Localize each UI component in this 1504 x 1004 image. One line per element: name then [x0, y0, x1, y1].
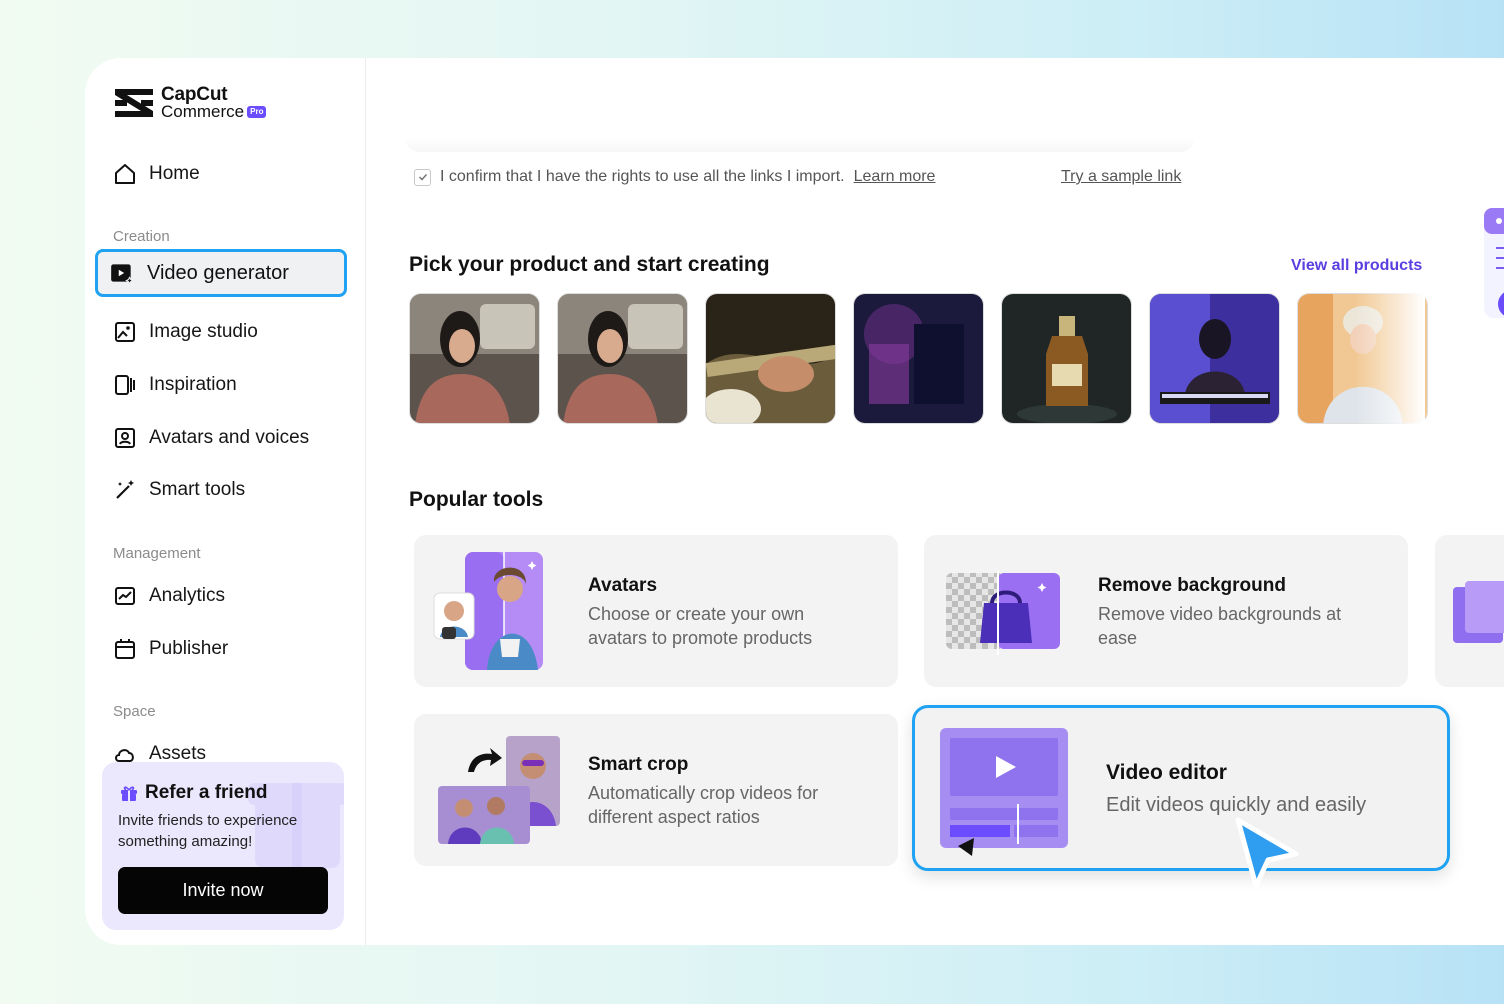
calendar-icon — [115, 639, 135, 659]
avatar-icon — [115, 428, 135, 448]
refer-card: Refer a friend Invite friends to experie… — [102, 762, 344, 930]
check-icon — [418, 173, 427, 181]
tool-card-description: Choose or create your own avatars to pro… — [588, 604, 813, 648]
input-panel-edge — [405, 138, 1195, 152]
product-thumbnail[interactable] — [1001, 293, 1132, 424]
sidebar-item-home[interactable]: Home — [113, 162, 200, 186]
sidebar-item-label: Analytics — [149, 585, 226, 606]
tool-card-description: Automatically crop videos for different … — [588, 783, 819, 827]
sidebar-item-label: Inspiration — [149, 374, 237, 395]
product-image-bottle — [1002, 294, 1131, 423]
product-image-woman-car-2 — [558, 294, 687, 423]
sidebar-item-image-studio[interactable]: Image studio — [113, 320, 258, 344]
product-thumbnail[interactable] — [853, 293, 984, 424]
section-label-space: Space — [113, 703, 156, 720]
sidebar-item-label: Avatars and voices — [149, 427, 310, 448]
capcut-logo-icon — [115, 89, 153, 117]
video-editor-illustration — [940, 728, 1068, 856]
avatars-illustration — [433, 552, 543, 670]
rights-confirmation: I confirm that I have the rights to use … — [414, 168, 935, 186]
side-panel-icons — [1484, 208, 1504, 316]
logo[interactable]: CapCut Commerce Pro — [113, 84, 267, 121]
tool-card-title: Avatars — [588, 575, 658, 596]
mouse-cursor-icon — [1235, 817, 1299, 889]
tool-card-smart-crop[interactable]: Smart crop Automatically crop videos for… — [414, 714, 898, 866]
tool-card-partial[interactable] — [1435, 535, 1504, 687]
floating-side-panel[interactable] — [1484, 208, 1504, 318]
product-image-keyboard-player — [1150, 294, 1279, 423]
logo-subtitle: Commerce — [161, 102, 245, 121]
analytics-icon — [115, 587, 135, 605]
sidebar-item-publisher[interactable]: Publisher — [113, 637, 228, 661]
product-thumbnail[interactable] — [409, 293, 540, 424]
product-thumbnail[interactable] — [705, 293, 836, 424]
confirm-text: I confirm that I have the rights to use … — [440, 168, 845, 185]
product-image-dark-stage — [854, 294, 983, 423]
products-heading: Pick your product and start creating — [409, 253, 770, 276]
section-label-management: Management — [113, 545, 201, 562]
sidebar-item-label: Home — [149, 163, 200, 184]
product-thumbnail[interactable] — [557, 293, 688, 424]
video-generator-icon — [111, 264, 135, 286]
remove-background-illustration — [946, 571, 1060, 655]
product-thumbnail[interactable] — [1149, 293, 1280, 424]
inspiration-icon — [115, 375, 135, 395]
invite-now-button[interactable]: Invite now — [118, 867, 328, 914]
tool-card-video-editor[interactable]: Video editor Edit videos quickly and eas… — [912, 705, 1450, 871]
partial-tool-illustration — [1453, 581, 1504, 643]
tool-card-title: Video editor — [1106, 761, 1227, 784]
sidebar-item-analytics[interactable]: Analytics — [113, 584, 225, 608]
product-image-woman-car — [410, 294, 539, 423]
refer-title: Refer a friend — [120, 782, 267, 804]
logo-title: CapCut — [161, 84, 228, 105]
confirm-checkbox[interactable] — [414, 168, 431, 186]
learn-more-link[interactable]: Learn more — [854, 168, 936, 186]
tool-card-title: Smart crop — [588, 754, 689, 775]
view-all-products-link[interactable]: View all products — [1291, 257, 1422, 275]
tool-card-remove-background[interactable]: Remove background Remove video backgroun… — [924, 535, 1408, 687]
refer-title-text: Refer a friend — [145, 782, 268, 803]
tool-card-description: Remove video backgrounds at ease — [1098, 604, 1342, 648]
thumbnail-scroll-fade — [1355, 288, 1425, 428]
smart-crop-illustration — [438, 736, 560, 844]
refer-subtitle: Invite friends to experience something a… — [118, 812, 298, 850]
image-studio-icon — [115, 322, 135, 342]
sidebar-item-video-generator[interactable]: Video generator — [95, 249, 347, 297]
sidebar-item-avatars-voices[interactable]: Avatars and voices — [113, 426, 309, 450]
sidebar-item-label: Image studio — [149, 321, 258, 342]
product-thumbnails — [409, 293, 1428, 424]
gift-icon — [121, 786, 137, 801]
popular-tools-heading: Popular tools — [409, 488, 544, 511]
section-label-creation: Creation — [113, 228, 170, 245]
tool-card-avatars[interactable]: Avatars Choose or create your own avatar… — [414, 535, 898, 687]
sidebar-item-label: Smart tools — [149, 479, 246, 500]
sidebar-item-label: Publisher — [149, 638, 229, 659]
sidebar-item-inspiration[interactable]: Inspiration — [113, 373, 237, 397]
tool-card-title: Remove background — [1098, 575, 1286, 596]
magic-wand-icon — [116, 480, 134, 499]
home-icon — [115, 164, 135, 184]
try-sample-link[interactable]: Try a sample link — [1061, 168, 1181, 186]
pro-badge: Pro — [247, 105, 267, 118]
sidebar-item-label: Video generator — [147, 261, 289, 284]
sidebar: CapCut Commerce Pro Home Creation Video g… — [85, 58, 366, 945]
sidebar-item-smart-tools[interactable]: Smart tools — [113, 478, 245, 502]
product-image-guitar — [706, 294, 835, 423]
